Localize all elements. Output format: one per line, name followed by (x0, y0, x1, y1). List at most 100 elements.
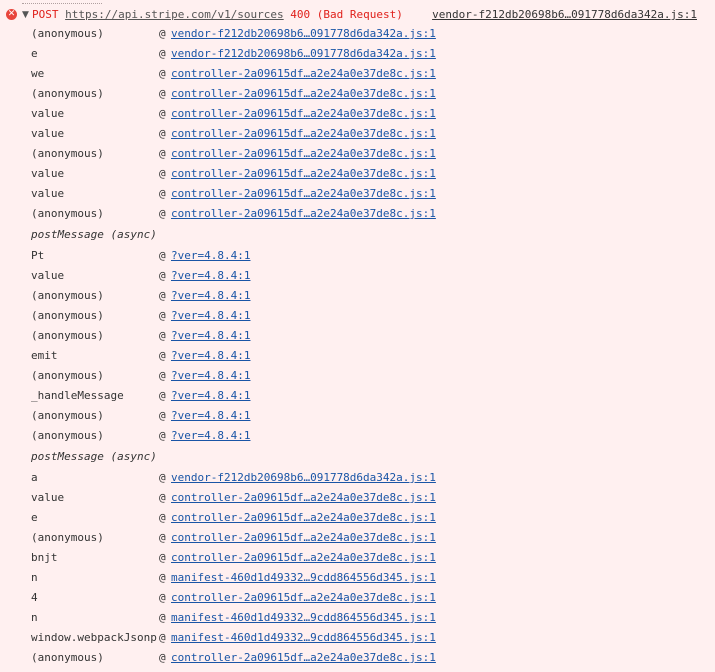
source-link[interactable]: controller-2a09615df…a2e24a0e37de8c.js:1 (171, 528, 436, 548)
source-link[interactable]: controller-2a09615df…a2e24a0e37de8c.js:1 (171, 84, 436, 104)
function-name: window.webpackJsonp (31, 631, 157, 644)
message-source-link[interactable]: vendor-f212db20698b6…091778d6da342a.js:1 (432, 6, 697, 24)
at-symbol: @ (159, 511, 166, 524)
stack-frame: value @ ?ver=4.8.4:1 (0, 266, 715, 286)
at-symbol: @ (159, 611, 166, 624)
source-link[interactable]: ?ver=4.8.4:1 (171, 306, 250, 326)
at-symbol: @ (159, 27, 166, 40)
stack-frame: (anonymous) @ controller-2a09615df…a2e24a0… (0, 84, 715, 104)
source-link[interactable]: vendor-f212db20698b6…091778d6da342a.js:1 (171, 468, 436, 488)
function-name: (anonymous) (31, 651, 104, 664)
function-name: (anonymous) (31, 87, 104, 100)
function-name: (anonymous) (31, 147, 104, 160)
at-symbol: @ (159, 369, 166, 382)
stack-frame: a @ vendor-f212db20698b6…091778d6da342a.js… (0, 468, 715, 488)
at-symbol: @ (159, 47, 166, 60)
source-link[interactable]: controller-2a09615df…a2e24a0e37de8c.js:1 (171, 164, 436, 184)
source-link[interactable]: vendor-f212db20698b6…091778d6da342a.js:1 (171, 44, 436, 64)
stack-frame: e @ vendor-f212db20698b6…091778d6da342a.js… (0, 44, 715, 64)
stack-frame: (anonymous) @ controller-2a09615df…a2e24a0… (0, 204, 715, 224)
at-symbol: @ (159, 207, 166, 220)
function-name: value (31, 491, 65, 504)
stack-frame: value @ controller-2a09615df…a2e24a0e37de8… (0, 488, 715, 508)
error-text: POST https://api.stripe.com/v1/sources 4… (32, 6, 403, 24)
previous-message-stub (22, 0, 102, 4)
function-name: (anonymous) (31, 27, 104, 40)
stack-frame: value @ controller-2a09615df…a2e24a0e37de8… (0, 124, 715, 144)
stack-frame: (anonymous) @ controller-2a09615df…a2e24a0… (0, 648, 715, 668)
source-link[interactable]: ?ver=4.8.4:1 (171, 266, 250, 286)
at-symbol: @ (159, 309, 166, 322)
function-name: _handleMessage (31, 389, 124, 402)
stack-frame: (anonymous) @ ?ver=4.8.4:1 (0, 426, 715, 446)
function-name: n (31, 611, 38, 624)
at-symbol: @ (159, 471, 166, 484)
stack-frame: (anonymous) @ ?ver=4.8.4:1 (0, 306, 715, 326)
source-link[interactable]: controller-2a09615df…a2e24a0e37de8c.js:1 (171, 124, 436, 144)
at-symbol: @ (159, 67, 166, 80)
source-link[interactable]: controller-2a09615df…a2e24a0e37de8c.js:1 (171, 588, 436, 608)
stack-frame: (anonymous) @ ?ver=4.8.4:1 (0, 326, 715, 346)
at-symbol: @ (159, 349, 166, 362)
at-symbol: @ (159, 531, 166, 544)
source-link[interactable]: controller-2a09615df…a2e24a0e37de8c.js:1 (171, 104, 436, 124)
stack-frame: 4 @ controller-2a09615df…a2e24a0e37de8c.js… (0, 588, 715, 608)
async-separator: postMessage (async) (31, 228, 157, 241)
stack-frame: n @ manifest-460d1d49332…9cdd864556d345.js… (0, 608, 715, 628)
source-link[interactable]: controller-2a09615df…a2e24a0e37de8c.js:1 (171, 648, 436, 668)
source-link[interactable]: controller-2a09615df…a2e24a0e37de8c.js:1 (171, 144, 436, 164)
source-link[interactable]: ?ver=4.8.4:1 (171, 386, 250, 406)
function-name: a (31, 471, 38, 484)
source-link[interactable]: manifest-460d1d49332…9cdd864556d345.js:1 (171, 628, 436, 648)
request-method: POST (32, 8, 59, 21)
stack-frame: value @ controller-2a09615df…a2e24a0e37de8… (0, 164, 715, 184)
at-symbol: @ (159, 289, 166, 302)
source-link[interactable]: ?ver=4.8.4:1 (171, 426, 250, 446)
source-link[interactable]: controller-2a09615df…a2e24a0e37de8c.js:1 (171, 508, 436, 528)
function-name: (anonymous) (31, 409, 104, 422)
stack-frame: n @ manifest-460d1d49332…9cdd864556d345.js… (0, 568, 715, 588)
source-link[interactable]: ?ver=4.8.4:1 (171, 346, 250, 366)
expand-caret-icon[interactable]: ▼ (22, 6, 29, 24)
stack-frame: window.webpackJsonp @ manifest-460d1d49332… (0, 628, 715, 648)
function-name: emit (31, 349, 58, 362)
function-name: (anonymous) (31, 289, 104, 302)
source-link[interactable]: controller-2a09615df…a2e24a0e37de8c.js:1 (171, 204, 436, 224)
function-name: (anonymous) (31, 531, 104, 544)
stack-frame: (anonymous) @ controller-2a09615df…a2e24a0… (0, 144, 715, 164)
source-link[interactable]: vendor-f212db20698b6…091778d6da342a.js:1 (171, 24, 436, 44)
stack-frame: bnjt @ controller-2a09615df…a2e24a0e37de8c… (0, 548, 715, 568)
stack-frame: (anonymous) @ ?ver=4.8.4:1 (0, 366, 715, 386)
function-name: value (31, 269, 65, 282)
source-link[interactable]: controller-2a09615df…a2e24a0e37de8c.js:1 (171, 184, 436, 204)
request-url[interactable]: https://api.stripe.com/v1/sources (65, 8, 284, 21)
source-link[interactable]: ?ver=4.8.4:1 (171, 246, 250, 266)
function-name: e (31, 47, 38, 60)
function-name: n (31, 571, 38, 584)
source-link[interactable]: ?ver=4.8.4:1 (171, 406, 250, 426)
source-link[interactable]: controller-2a09615df…a2e24a0e37de8c.js:1 (171, 488, 436, 508)
status-text: 400 (Bad Request) (290, 8, 403, 21)
stack-frame: (anonymous) @ ?ver=4.8.4:1 (0, 286, 715, 306)
at-symbol: @ (159, 429, 166, 442)
at-symbol: @ (159, 551, 166, 564)
error-icon: ✕ (6, 9, 17, 20)
at-symbol: @ (159, 167, 166, 180)
source-link[interactable]: ?ver=4.8.4:1 (171, 366, 250, 386)
function-name: (anonymous) (31, 429, 104, 442)
source-link[interactable]: manifest-460d1d49332…9cdd864556d345.js:1 (171, 568, 436, 588)
async-separator: postMessage (async) (31, 450, 157, 463)
source-link[interactable]: controller-2a09615df…a2e24a0e37de8c.js:1 (171, 548, 436, 568)
stack-frame: (anonymous) @ controller-2a09615df…a2e24a0… (0, 528, 715, 548)
at-symbol: @ (159, 127, 166, 140)
source-link[interactable]: ?ver=4.8.4:1 (171, 326, 250, 346)
stack-frame: (anonymous) @ ?ver=4.8.4:1 (0, 406, 715, 426)
source-link[interactable]: ?ver=4.8.4:1 (171, 286, 250, 306)
stack-frame: emit @ ?ver=4.8.4:1 (0, 346, 715, 366)
stack-frame: we @ controller-2a09615df…a2e24a0e37de8c.j… (0, 64, 715, 84)
source-link[interactable]: manifest-460d1d49332…9cdd864556d345.js:1 (171, 608, 436, 628)
source-link[interactable]: controller-2a09615df…a2e24a0e37de8c.js:1 (171, 64, 436, 84)
at-symbol: @ (159, 651, 166, 664)
at-symbol: @ (159, 329, 166, 342)
console-error-message[interactable]: ✕ ▼ POST https://api.stripe.com/v1/sourc… (0, 6, 715, 24)
